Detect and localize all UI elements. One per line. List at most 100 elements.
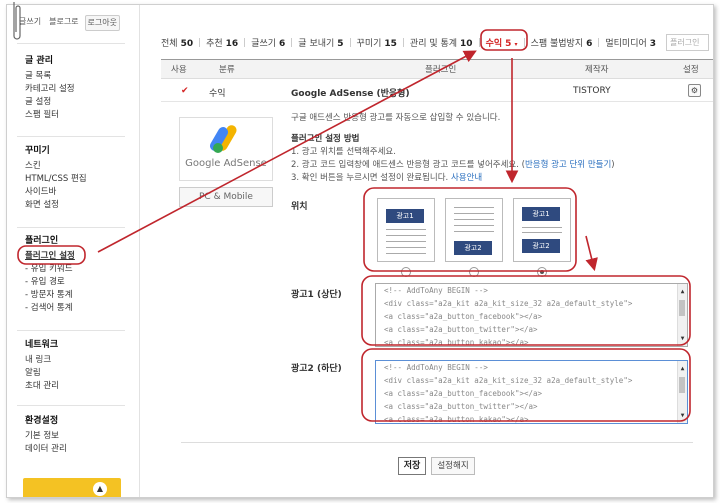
admin-window: 글쓰기 블로그로 로그아웃 글 관리 글 목록 카테고리 설정 글 설정 스팸 … [6, 4, 714, 498]
divider [17, 227, 125, 228]
sidebar-item[interactable]: 글 목록 [25, 70, 75, 83]
table-header: 사용 분류 플러그인 제작자 설정 [161, 59, 713, 79]
sidebar-heading: 꾸미기 [25, 146, 50, 156]
ad2-code-field[interactable]: <!-- AddToAny BEGIN --> <div class="a2a_… [375, 360, 688, 424]
sidebar-item[interactable]: 스킨 [25, 160, 87, 173]
sidebar-item[interactable]: 기본 정보 [25, 430, 67, 443]
tab-all[interactable]: 전체 50 [161, 36, 193, 49]
sidebar-item[interactable]: 스팸 필터 [25, 109, 75, 122]
divider [17, 330, 125, 331]
sidebar-item[interactable]: 초대 관리 [25, 380, 59, 393]
scrollbar[interactable]: ▲ ▼ [677, 284, 687, 346]
plugin-search-input[interactable]: 플러그인 [666, 34, 709, 51]
sidebar-heading: 네트워크 [25, 340, 59, 350]
divider [17, 43, 125, 44]
code-line: <!-- AddToAny BEGIN --> [384, 363, 488, 372]
unset-button[interactable]: 설정해지 [431, 457, 475, 475]
code-line: <a class="a2a_button_kakao"></a> [384, 415, 529, 424]
code-line: <a class="a2a_button_kakao"></a> [384, 338, 529, 347]
ad1-label: 광고1 (상단) [291, 290, 342, 300]
sidebar-group-network: 네트워크 내 링크 알림 초대 관리 [25, 339, 59, 393]
sidebar-item[interactable]: 데이터 관리 [25, 443, 67, 456]
code-line: <div class="a2a_kit a2a_kit_size_32 a2a_… [384, 299, 633, 308]
sidebar-item[interactable]: - 방문자 통계 [25, 289, 75, 302]
code-line: <a class="a2a_button_twitter"></a> [384, 402, 538, 411]
step-1: 1. 광고 위치를 선택해주세요. [291, 147, 396, 157]
platform-badge: PC & Mobile [179, 187, 273, 207]
step-3: 3. 확인 버튼을 누르시면 설정이 완료됩니다. [291, 173, 449, 183]
sidebar: 글쓰기 블로그로 로그아웃 글 관리 글 목록 카테고리 설정 글 설정 스팸 … [7, 5, 140, 497]
tab-recommended[interactable]: 추천 16 [206, 36, 238, 49]
tab-send-posts[interactable]: 글 보내기 5 [298, 36, 343, 49]
sidebar-item[interactable]: - 검색어 통계 [25, 302, 75, 315]
top-links: 글쓰기 블로그로 로그아웃 [17, 15, 120, 31]
sidebar-item[interactable]: 알림 [25, 367, 59, 380]
tab-management[interactable]: 관리 및 통계 10 [410, 36, 473, 49]
step-3-link[interactable]: 사용안내 [451, 173, 482, 183]
position-radio-both[interactable] [537, 267, 547, 277]
ad-slot: 광고2 [454, 241, 492, 255]
adsense-logo-icon [209, 125, 237, 153]
code-line: <div class="a2a_kit a2a_kit_size_32 a2a_… [384, 376, 633, 385]
tab-multimedia[interactable]: 멀티미디어 3 [605, 36, 656, 49]
ad1-code-field[interactable]: <!-- AddToAny BEGIN --> <div class="a2a_… [375, 283, 688, 347]
code-line: <a class="a2a_button_facebook"></a> [384, 312, 543, 321]
position-radio-bottom[interactable] [469, 267, 479, 277]
position-option-both[interactable]: 광고1 광고2 [513, 198, 571, 262]
position-option-bottom[interactable]: 광고2 [445, 198, 503, 262]
sidebar-item[interactable]: - 유입 키워드 [25, 263, 75, 276]
sidebar-group-posts: 글 관리 글 목록 카테고리 설정 글 설정 스팸 필터 [25, 55, 75, 122]
divider [17, 136, 125, 137]
tab-revenue[interactable]: 수익 5 ▾ [486, 36, 518, 49]
sidebar-item[interactable]: 사이드바 [25, 186, 87, 199]
position-option-top[interactable]: 광고1 [377, 198, 435, 262]
tab-design[interactable]: 꾸미기 15 [357, 36, 397, 49]
sidebar-group-design: 꾸미기 스킨 HTML/CSS 편집 사이드바 화면 설정 [25, 145, 87, 212]
col-header: 설정 [683, 65, 699, 75]
plugin-category: 수익 [209, 89, 226, 99]
sidebar-item[interactable]: 카테고리 설정 [25, 83, 75, 96]
sidebar-item[interactable]: 글 설정 [25, 96, 75, 109]
position-radio-top[interactable] [401, 267, 411, 277]
ad-slot: 광고2 [522, 239, 560, 253]
description-text: 구글 애드센스 반응형 광고를 자동으로 삽입할 수 있습니다. [291, 113, 501, 123]
logo-text: Google AdSense [185, 158, 267, 169]
sidebar-item-plugin-settings[interactable]: 플러그인 설정 [25, 250, 75, 263]
step-2-link[interactable]: 반응형 광고 단위 만들기 [525, 160, 611, 170]
plugin-description: 구글 애드센스 반응형 광고를 자동으로 삽입할 수 있습니다. 플러그인 설정… [291, 113, 615, 183]
ad-slot: 광고1 [386, 209, 424, 223]
table-row[interactable]: ✔ 수익 Google AdSense (반응형) TISTORY ⚙ [161, 81, 713, 102]
tab-spam[interactable]: 스팸 불법방지 6 [531, 36, 593, 49]
step-2: 2. 광고 코드 입력창에 애드센스 반응형 광고 코드를 넣어주세요. [291, 160, 519, 170]
adsense-logo: Google AdSense [179, 117, 273, 181]
divider [17, 405, 125, 406]
code-line: <a class="a2a_button_twitter"></a> [384, 325, 538, 334]
sidebar-heading: 글 관리 [25, 56, 53, 66]
tab-writing[interactable]: 글쓰기 6 [251, 36, 285, 49]
sidebar-group-plugins: 플러그인 플러그인 설정 - 유입 키워드 - 유입 경로 - 방문자 통계 -… [25, 235, 75, 315]
category-tabs: 전체 50 추천 16 글쓰기 6 글 보내기 5 꾸미기 15 관리 및 통계 10 수익… [161, 36, 656, 49]
scrollbar[interactable]: ▲ ▼ [677, 361, 687, 423]
gear-icon[interactable]: ⚙ [688, 84, 701, 97]
code-line: <a class="a2a_button_facebook"></a> [384, 389, 543, 398]
main-content: 전체 50 추천 16 글쓰기 6 글 보내기 5 꾸미기 15 관리 및 통계 10 수익… [147, 5, 713, 497]
sidebar-item[interactable]: 화면 설정 [25, 199, 87, 212]
plugin-author: TISTORY [573, 86, 611, 96]
col-header[interactable]: 사용 [171, 63, 187, 75]
sidebar-item[interactable]: 내 링크 [25, 354, 59, 367]
col-header: 제작자 [585, 65, 609, 75]
col-header: 플러그인 [425, 65, 457, 75]
ad-slot: 광고1 [522, 207, 560, 221]
promo-button[interactable]: ▲ [23, 478, 121, 497]
save-button[interactable]: 저장 [398, 457, 426, 475]
paper-clip-icon [13, 2, 21, 40]
checkmark-icon[interactable]: ✔ [181, 86, 189, 96]
blog-link[interactable]: 블로그로 [47, 15, 80, 31]
col-header[interactable]: 분류 [219, 63, 235, 75]
logout-button[interactable]: 로그아웃 [84, 15, 120, 31]
sidebar-heading: 플러그인 [25, 236, 59, 246]
sidebar-item[interactable]: - 유입 경로 [25, 276, 75, 289]
sidebar-heading: 환경설정 [25, 416, 59, 426]
divider [181, 442, 693, 443]
sidebar-item[interactable]: HTML/CSS 편집 [25, 173, 87, 186]
